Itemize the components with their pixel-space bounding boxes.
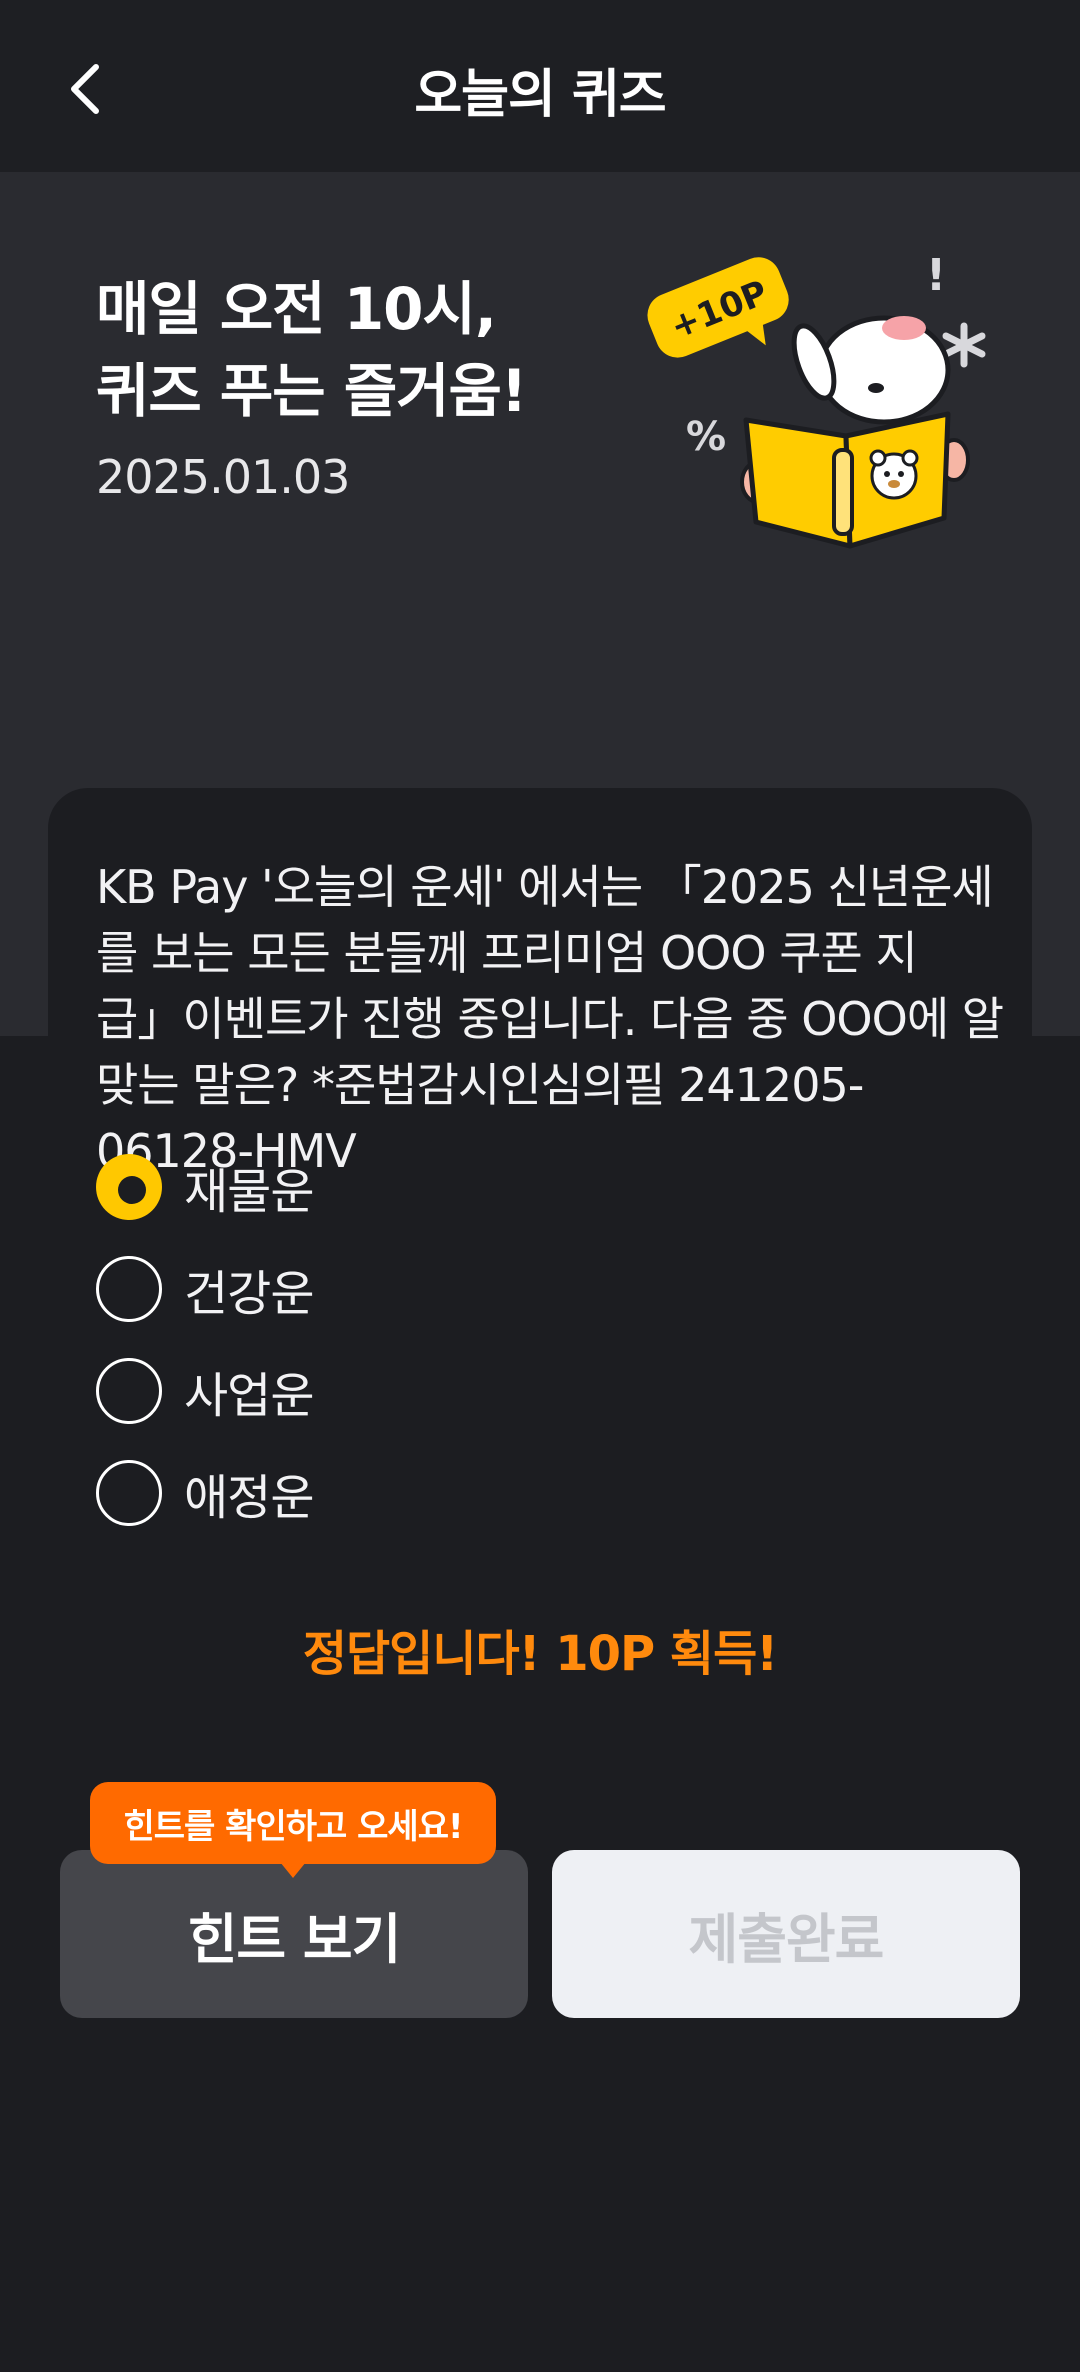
quiz-date: 2025.01.03 — [96, 450, 350, 504]
question-line: KB Pay '오늘의 운세' 에서는 「2025 신년운세 — [96, 860, 994, 914]
question-text: KB Pay '오늘의 운세' 에서는 「2025 신년운세 를 보는 모든 분… — [96, 854, 1004, 1184]
hero-title-line1: 매일 오전 10시, — [96, 275, 497, 343]
page-title: 오늘의 퀴즈 — [414, 65, 666, 125]
option-label: 사업운 — [184, 1368, 314, 1424]
hint-tooltip: 힌트를 확인하고 오세요! — [90, 1782, 496, 1878]
question-line: 를 보는 모든 분들께 프리미엄 OOO 쿠폰 지 — [96, 926, 918, 980]
option-label: 건강운 — [184, 1266, 314, 1322]
option-label: 재물운 — [184, 1164, 314, 1220]
option-1[interactable]: 재물운 — [96, 1136, 896, 1238]
option-3[interactable]: 사업운 — [96, 1340, 896, 1442]
result-message: 정답입니다! 10P 획득! — [302, 1626, 778, 1682]
option-2[interactable]: 건강운 — [96, 1238, 896, 1340]
question-line: 맞는 말은? *준법감시인심의필 241205- — [96, 1058, 864, 1112]
radio-icon[interactable] — [96, 1460, 162, 1526]
hero-title-line2: 퀴즈 푸는 즐거움! — [96, 357, 527, 425]
radio-icon[interactable] — [96, 1256, 162, 1322]
option-label: 애정운 — [184, 1470, 314, 1526]
radio-selected-icon[interactable] — [96, 1154, 162, 1220]
answer-options: 재물운 건강운 사업운 애정운 — [96, 1136, 896, 1544]
app-header: 오늘의 퀴즈 — [0, 0, 1080, 172]
rabbit-reading-book-illustration: ! % +10P — [647, 250, 986, 549]
question-line: 급」이벤트가 진행 중입니다. 다음 중 OOO에 알 — [96, 992, 1004, 1046]
hero-title: 매일 오전 10시, 퀴즈 푸는 즐거움! — [96, 268, 527, 432]
svg-text:%: % — [686, 414, 726, 460]
svg-text:!: ! — [926, 250, 946, 301]
submit-button[interactable]: 제출완료 — [552, 1850, 1020, 2018]
radio-icon[interactable] — [96, 1358, 162, 1424]
option-4[interactable]: 애정운 — [96, 1442, 896, 1544]
hero-section: 매일 오전 10시, 퀴즈 푸는 즐거움! 2025.01.03 ! % +10… — [0, 172, 1080, 1208]
